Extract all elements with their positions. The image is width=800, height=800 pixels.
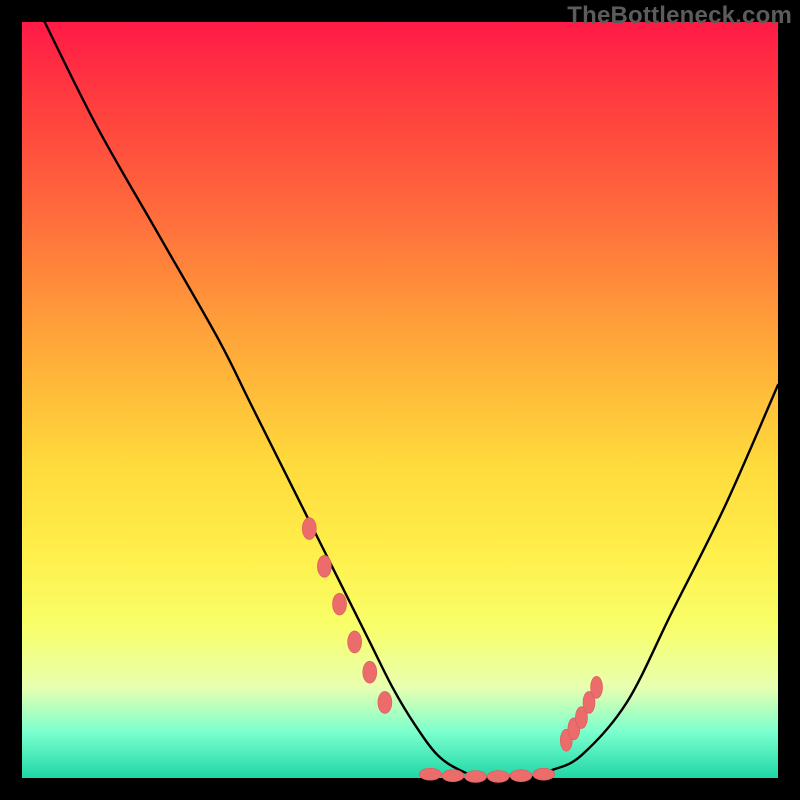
marker-left — [302, 518, 316, 540]
marker-group — [302, 518, 602, 783]
chart-svg — [22, 22, 778, 778]
marker-bottom — [419, 768, 441, 780]
marker-bottom — [487, 770, 509, 782]
marker-left — [363, 661, 377, 683]
marker-left — [378, 691, 392, 713]
plot-area — [22, 22, 778, 778]
marker-right — [591, 676, 603, 698]
marker-left — [317, 555, 331, 577]
watermark-text: TheBottleneck.com — [567, 2, 792, 30]
marker-left — [348, 631, 362, 653]
chart-frame: TheBottleneck.com — [0, 0, 800, 800]
marker-bottom — [465, 770, 487, 782]
marker-bottom — [510, 770, 532, 782]
bottleneck-curve — [45, 22, 778, 779]
marker-left — [333, 593, 347, 615]
marker-bottom — [442, 770, 464, 782]
marker-bottom — [533, 768, 555, 780]
